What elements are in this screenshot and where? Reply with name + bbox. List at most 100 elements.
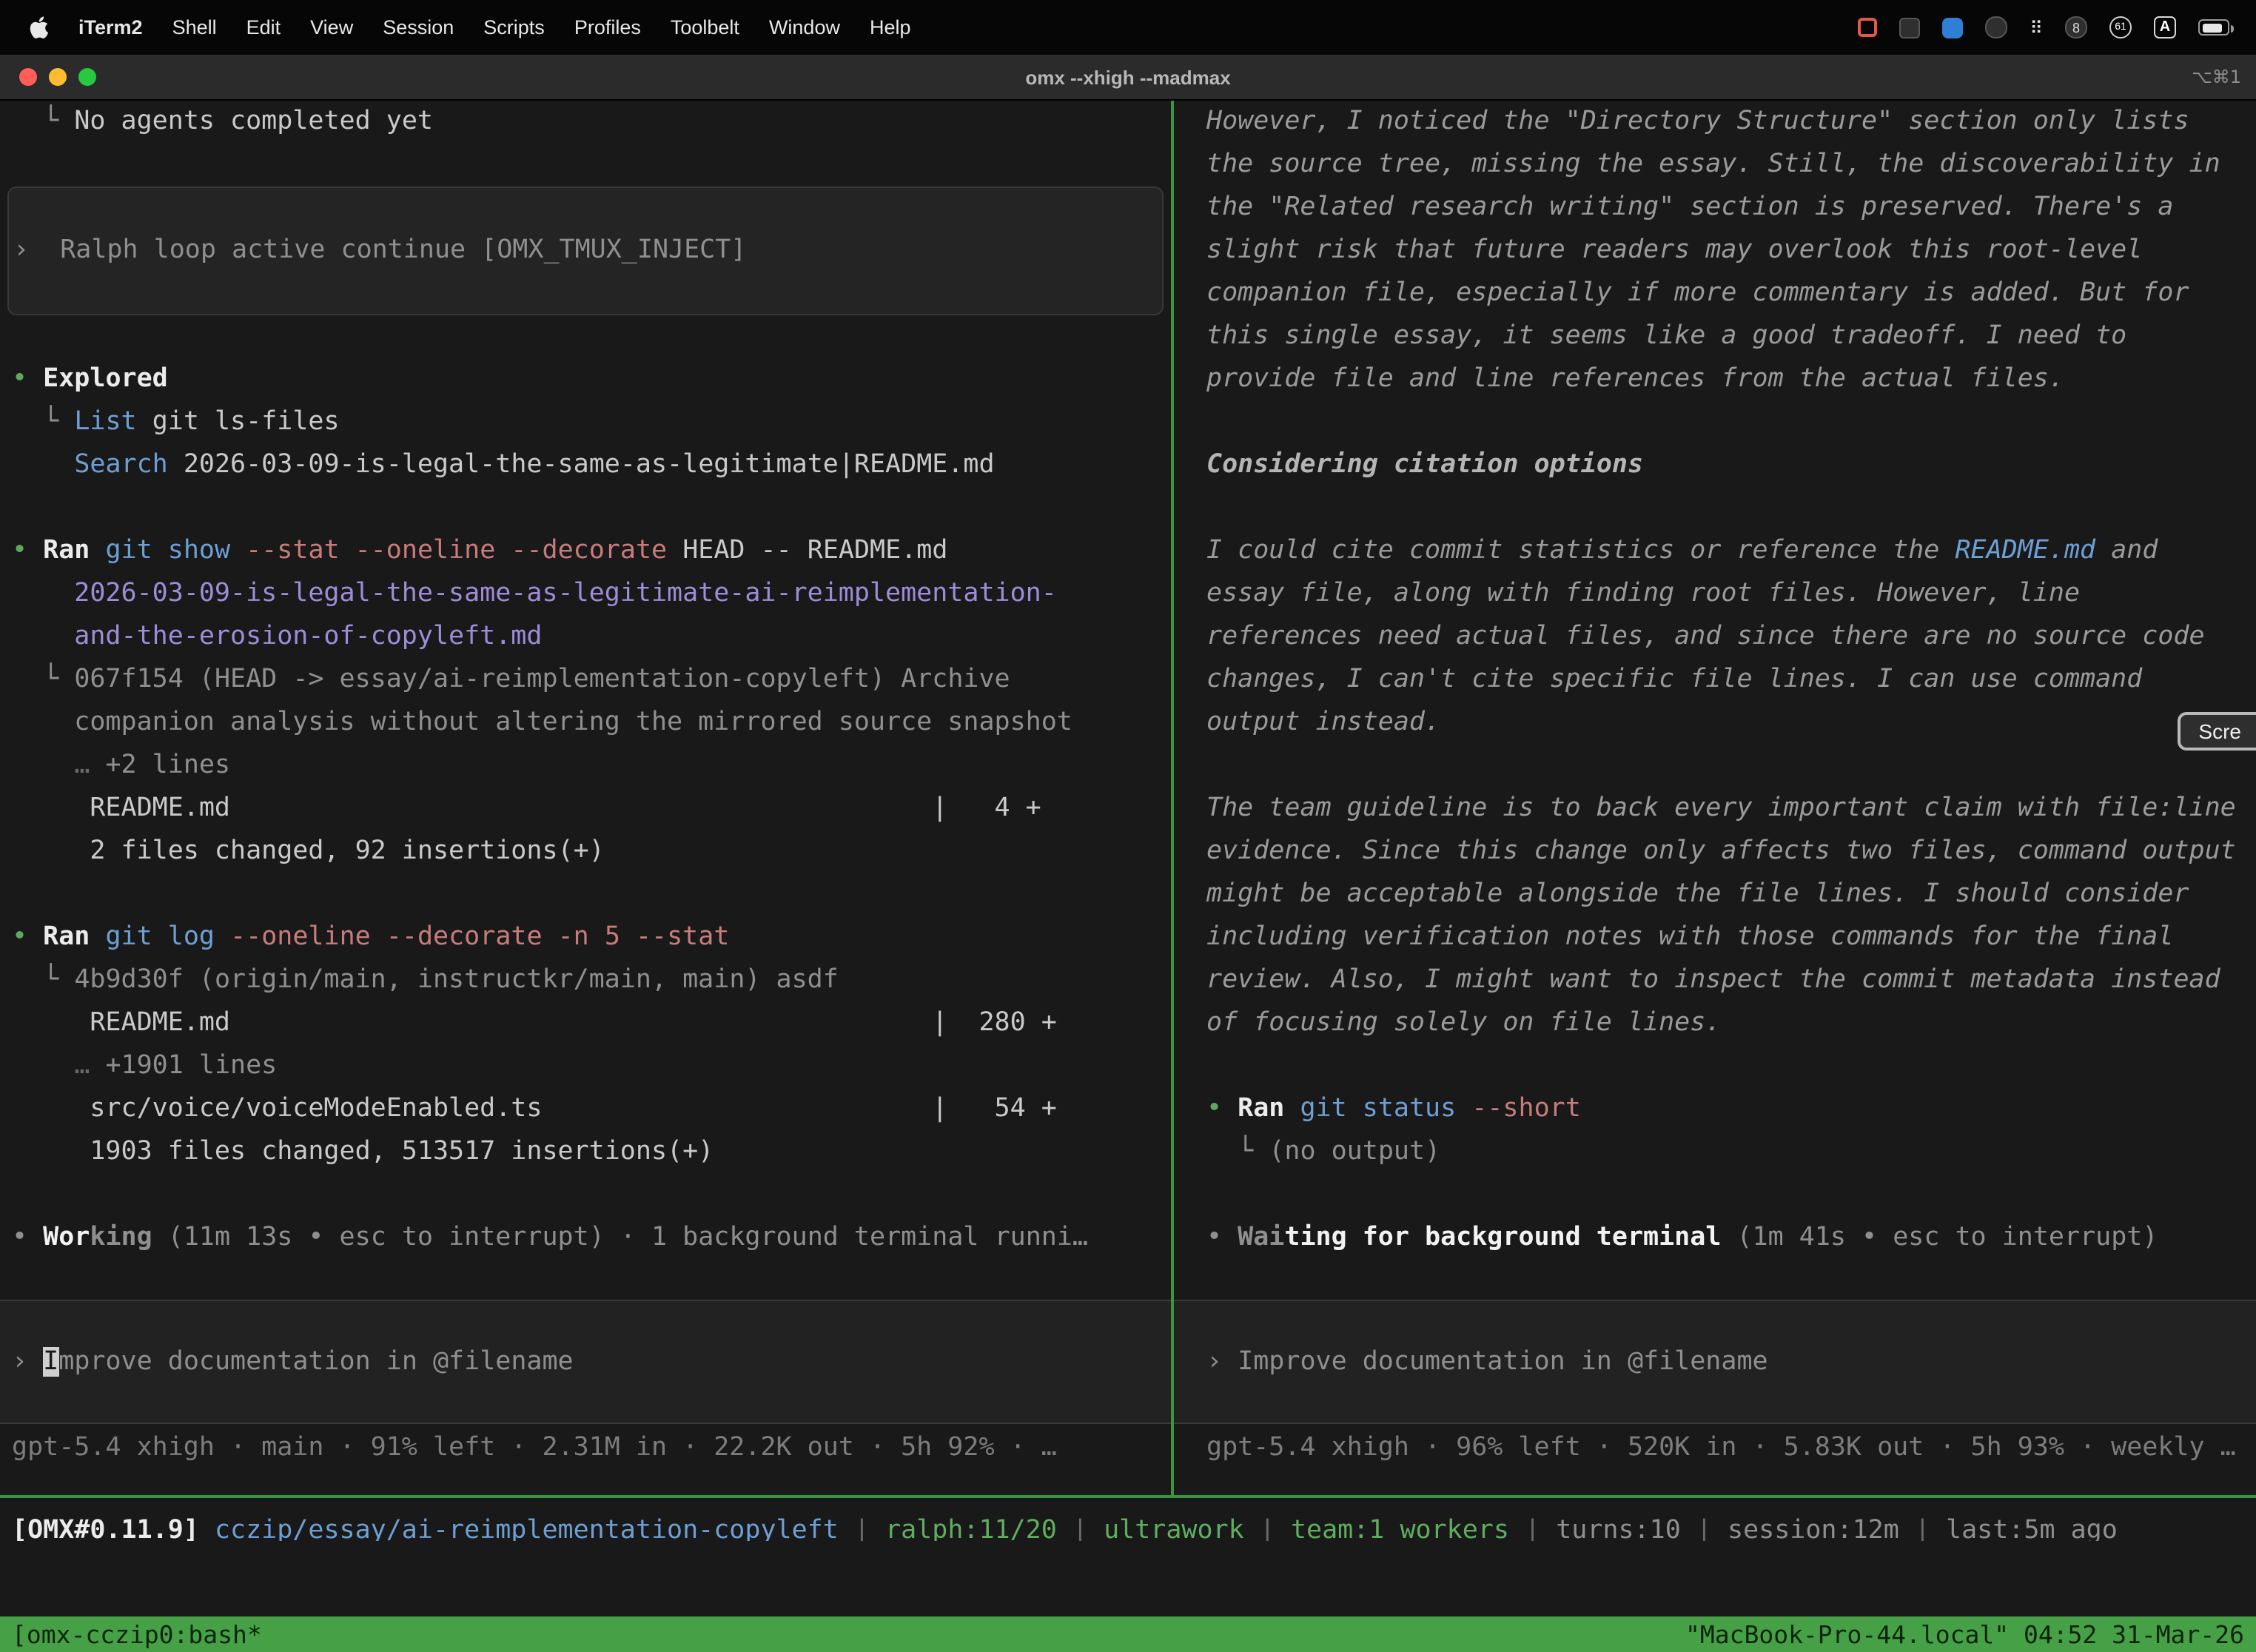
text-segment: slight risk that future readers may over… <box>1206 235 2142 265</box>
menu-bar: iTerm2 Shell Edit View Session Scripts Profil… <box>0 0 2256 55</box>
text-segment: └ <box>12 665 74 694</box>
text-segment: Explored <box>43 364 168 394</box>
ralph-loop-banner: › Ralph loop active continue [OMX_TMUX_I… <box>7 187 1164 315</box>
terminal: └ No agents completed yet › Ralph loop ac… <box>0 101 2256 1495</box>
text-segment: (11m 13s • esc to interrupt) · 1 backgro… <box>152 1223 1088 1252</box>
text-segment: last:5m ago <box>1946 1516 2118 1541</box>
text-segment: 4b9d30f (origin/main, instructkr/main, m… <box>74 965 839 995</box>
menu-app-name[interactable]: iTerm2 <box>78 16 143 38</box>
text-segment: +1901 lines <box>105 1051 277 1081</box>
menu-item-view[interactable]: View <box>310 16 353 38</box>
menu-item-profiles[interactable]: Profiles <box>574 16 641 38</box>
dark-app-icon[interactable] <box>1985 16 2007 38</box>
text-segment: Ralph loop active continue [OMX_TMUX_INJ… <box>60 235 746 265</box>
menu-bar-status-icons: ⠿ 8 61 A <box>1858 16 2256 38</box>
text-segment: 2026-03-09-is-legal-the-same-as-legitima… <box>168 450 995 480</box>
menu-item-session[interactable]: Session <box>383 16 454 38</box>
text-segment: └ <box>1206 1137 1269 1166</box>
terminal-line: this single essay, it seems like a good … <box>1174 315 2256 358</box>
battery-gauge-icon[interactable]: 61 <box>2109 16 2132 38</box>
text-segment <box>1456 1094 1471 1124</box>
window-title-bar[interactable]: omx --xhigh --madmax ⌥⌘1 <box>0 55 2256 101</box>
terminal-line: evidence. Since this change only affects… <box>1174 830 2256 873</box>
terminal-line: • Ran git log --oneline --decorate -n 5 … <box>0 916 1171 959</box>
terminal-line: └ 067f154 (HEAD -> essay/ai-reimplementa… <box>0 659 1171 702</box>
terminal-line <box>1174 401 2256 444</box>
menu-item-help[interactable]: Help <box>870 16 911 38</box>
terminal-line: • Explored <box>0 358 1171 401</box>
terminal-line <box>0 144 1171 187</box>
text-segment: output instead. <box>1206 708 1440 737</box>
text-segment: and <box>2095 536 2158 565</box>
text-segment: README.md | 4 + <box>12 793 1041 823</box>
text-segment: › <box>12 1346 43 1376</box>
terminal-line <box>0 1174 1171 1217</box>
menu-item-scripts[interactable]: Scripts <box>483 16 545 38</box>
text-segment: git status <box>1300 1094 1456 1124</box>
menu-item-toolbelt[interactable]: Toolbelt <box>671 16 739 38</box>
prompt-line: › Improve documentation in @filename <box>1174 1340 1768 1383</box>
text-segment: List <box>74 407 136 437</box>
terminal-line <box>1174 1045 2256 1088</box>
text-segment: | <box>1681 1516 1728 1541</box>
text-segment: 2026-03-09-is-legal-the-same-as-legitima… <box>12 579 1057 608</box>
screen-edge-notification: Scre <box>2178 712 2256 751</box>
text-segment: However, I noticed the "Directory Struct… <box>1206 107 2189 136</box>
text-segment: companion file, especially if more comme… <box>1206 278 2189 308</box>
terminal-line: README.md | 280 + <box>0 1002 1171 1045</box>
menu-item-shell[interactable]: Shell <box>172 16 217 38</box>
terminal-line: changes, I can't cite specific file line… <box>1174 659 2256 702</box>
terminal-line: … +2 lines <box>0 745 1171 788</box>
tmux-right-pane[interactable]: However, I noticed the "Directory Struct… <box>1174 101 2256 1495</box>
text-segment: I could cite commit statistics or refere… <box>1206 536 1955 565</box>
text-segment: | <box>1244 1516 1291 1541</box>
text-segment: Wai <box>1238 1223 1284 1252</box>
terminal-line <box>1174 1174 2256 1217</box>
terminal-line: └ No agents completed yet <box>0 101 1171 144</box>
dots-grid-icon[interactable]: ⠿ <box>2030 17 2043 38</box>
battery-icon[interactable] <box>2198 19 2229 36</box>
apple-menu-icon[interactable] <box>30 16 49 38</box>
agent-prompt-input-left[interactable]: › Improve documentation in @filename <box>0 1300 1171 1424</box>
terminal-line: essay file, along with finding root file… <box>1174 573 2256 616</box>
window-manager-app-icon[interactable] <box>1899 17 1920 38</box>
menu-items: Shell Edit View Session Scripts Profiles Toolb… <box>172 16 911 38</box>
text-segment: the "Related research writing" section i… <box>1206 192 2173 222</box>
text-segment: and-the-erosion-of-copyleft.md <box>12 622 542 651</box>
tmux-host-and-clock: "MacBook-Pro-44.local" 04:52 31-Mar-26 <box>1685 1620 2244 1648</box>
terminal-line: Considering citation options <box>1174 444 2256 487</box>
key-app-icon[interactable]: 8 <box>2065 16 2087 38</box>
text-segment: ultrawork <box>1104 1516 1244 1541</box>
menu-item-edit[interactable]: Edit <box>246 16 281 38</box>
text-segment: [OMX#0.11.9] <box>12 1516 215 1541</box>
terminal-line: the source tree, missing the essay. Stil… <box>1174 144 2256 187</box>
text-segment: 067f154 (HEAD -> essay/ai-reimplementati… <box>74 665 1010 694</box>
text-segment: Ran <box>43 536 90 565</box>
text-segment: … <box>74 751 105 780</box>
agent-prompt-input-right[interactable]: › Improve documentation in @filename <box>1174 1300 2256 1424</box>
terminal-line: However, I noticed the "Directory Struct… <box>1174 101 2256 144</box>
terminal-line: └ (no output) <box>1174 1131 2256 1174</box>
text-segment: (1m 41s • esc to interrupt) <box>1721 1223 2158 1252</box>
text-segment: mprove documentation in @filename <box>58 1346 573 1376</box>
text-segment: review. Also, I might want to inspect th… <box>1206 965 2220 995</box>
text-segment <box>12 751 74 780</box>
screen-recording-icon[interactable] <box>1858 18 1877 37</box>
input-source-icon[interactable]: A <box>2154 16 2176 38</box>
text-segment: src/voice/voiceModeEnabled.ts | 54 + <box>12 1094 1057 1124</box>
text-segment: • <box>12 536 43 565</box>
menu-item-window[interactable]: Window <box>769 16 840 38</box>
tmux-left-pane[interactable]: └ No agents completed yet › Ralph loop ac… <box>0 101 1171 1495</box>
text-segment: 1903 files changed, 513517 insertions(+) <box>12 1137 714 1166</box>
text-segment: this single essay, it seems like a good … <box>1206 321 2126 351</box>
text-segment: I <box>43 1346 58 1376</box>
text-segment: +2 lines <box>105 751 230 780</box>
text-segment: --short <box>1471 1094 1581 1124</box>
terminal-line: • Waiting for background terminal (1m 41… <box>1174 1217 2256 1260</box>
text-segment: | <box>839 1516 885 1541</box>
blue-app-icon[interactable] <box>1942 17 1963 38</box>
terminal-line: output instead. <box>1174 702 2256 745</box>
text-segment <box>12 1051 74 1081</box>
text-segment: might be acceptable alongside the file l… <box>1206 879 2189 909</box>
terminal-line: review. Also, I might want to inspect th… <box>1174 959 2256 1002</box>
